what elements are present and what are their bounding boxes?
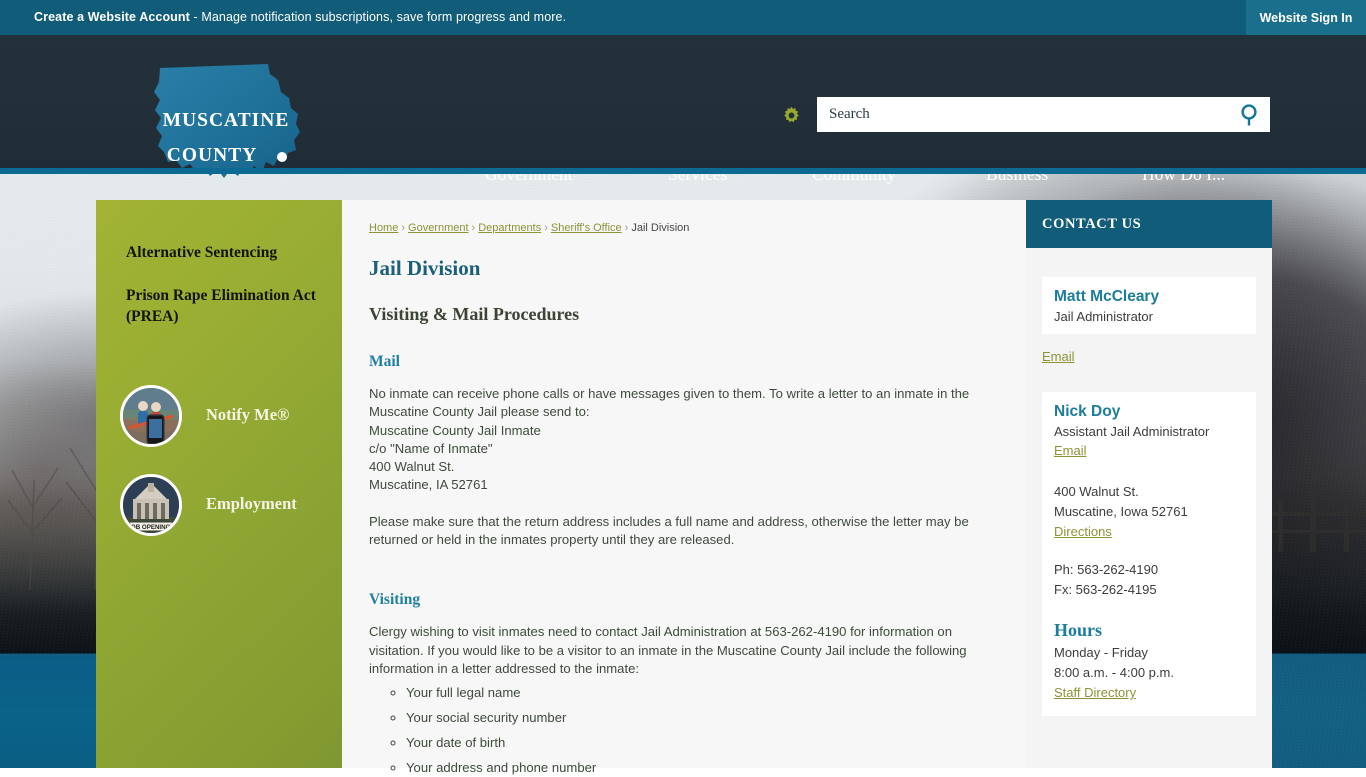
breadcrumb-sheriffs-office[interactable]: Sheriff's Office	[551, 222, 622, 234]
page-subtitle: Visiting & Mail Procedures	[369, 304, 980, 325]
announcement-bar: Create a Website Account - Manage notifi…	[0, 0, 1366, 35]
logo-line-2: COUNTY	[133, 145, 291, 167]
hours-time: 8:00 a.m. - 4:00 p.m.	[1054, 663, 1244, 683]
visiting-paragraph: Clergy wishing to visit inmates need to …	[369, 623, 980, 678]
visiting-requirements-list: Your full legal name Your social securit…	[369, 684, 980, 777]
svg-text:JOB OPENINGS: JOB OPENINGS	[127, 524, 174, 531]
section-heading-mail: Mail	[369, 353, 980, 371]
hours-days: Monday - Friday	[1054, 643, 1244, 663]
sidebar-item-prea[interactable]: Prison Rape Elimination Act (PREA)	[126, 285, 326, 327]
website-sign-in-button[interactable]: Website Sign In	[1246, 0, 1366, 35]
breadcrumb-current: Jail Division	[631, 222, 689, 234]
list-item: Your social security number	[406, 709, 980, 727]
spacer	[1054, 460, 1244, 482]
breadcrumb-sep-4: ›	[625, 222, 629, 234]
spacer	[1026, 366, 1272, 392]
breadcrumb-sep-2: ›	[472, 222, 476, 234]
contact-person-1-role: Jail Administrator	[1054, 307, 1244, 326]
breadcrumb-home[interactable]: Home	[369, 222, 398, 234]
breadcrumb-government[interactable]: Government	[408, 222, 469, 234]
contact-person-1: Matt McCleary Jail Administrator Email	[1026, 248, 1272, 366]
breadcrumb: Home›Government›Departments›Sheriff's Of…	[369, 222, 980, 234]
header-accent-rule	[0, 168, 1366, 174]
staff-directory-link[interactable]: Staff Directory	[1054, 683, 1136, 702]
contact-us-title: CONTACT US	[1042, 216, 1141, 233]
spacer	[1054, 541, 1244, 560]
search-icon	[1238, 102, 1264, 128]
contact-person-2-card: Nick Doy Assistant Jail Administrator Em…	[1042, 392, 1256, 716]
contact-person-2: Nick Doy Assistant Jail Administrator Em…	[1026, 392, 1272, 716]
contact-person-1-card: Matt McCleary Jail Administrator	[1042, 277, 1256, 334]
content-row: Alternative Sentencing Prison Rape Elimi…	[0, 200, 1366, 768]
breadcrumb-sep-3: ›	[544, 222, 548, 234]
notify-me-icon	[120, 385, 182, 447]
mail-note-paragraph: Please make sure that the return address…	[369, 513, 980, 550]
list-item: Your date of birth	[406, 734, 980, 752]
contact-us-header: CONTACT US	[1026, 200, 1272, 248]
sidebar-item-alternative-sentencing[interactable]: Alternative Sentencing	[126, 242, 326, 263]
search-box	[817, 97, 1270, 132]
left-sidebar: Alternative Sentencing Prison Rape Elimi…	[96, 200, 342, 768]
list-item: Your address and phone number	[406, 759, 980, 777]
promo-employment[interactable]: JOB OPENINGS Employment	[120, 474, 330, 540]
main-content: Home›Government›Departments›Sheriff's Of…	[342, 200, 1026, 768]
breadcrumb-departments[interactable]: Departments	[478, 222, 541, 234]
page-title: Jail Division	[369, 256, 980, 281]
create-account-rest: - Manage notification subscriptions, sav…	[190, 10, 566, 24]
contact-person-2-role: Assistant Jail Administrator	[1054, 422, 1244, 441]
search-button[interactable]	[1238, 102, 1264, 128]
contact-person-1-email-link[interactable]: Email	[1042, 347, 1075, 366]
hours-heading: Hours	[1054, 620, 1244, 641]
logo-line-1: MUSCATINE	[147, 110, 305, 132]
section-heading-visiting: Visiting	[369, 591, 980, 609]
contact-directions-link[interactable]: Directions	[1054, 522, 1112, 541]
site-header: MUSCATINE COUNTY Government Services Com…	[0, 35, 1366, 168]
search-input[interactable]	[817, 97, 1232, 132]
contact-phone: Ph: 563-262-4190	[1054, 560, 1244, 580]
contact-person-2-name: Nick Doy	[1054, 402, 1244, 422]
spacer	[1042, 334, 1256, 347]
contact-fax: Fx: 563-262-4195	[1054, 580, 1244, 600]
contact-sidebar: CONTACT US Matt McCleary Jail Administra…	[1026, 200, 1272, 768]
contact-person-1-name: Matt McCleary	[1054, 287, 1244, 307]
contact-person-2-email-link[interactable]: Email	[1054, 441, 1087, 460]
spacer	[369, 567, 980, 591]
county-location-dot-icon	[277, 152, 287, 162]
breadcrumb-sep-1: ›	[401, 222, 405, 234]
create-account-lead: Create a Website Account	[34, 10, 190, 24]
mail-paragraph: No inmate can receive phone calls or hav…	[369, 385, 980, 495]
employment-icon: JOB OPENINGS	[120, 474, 182, 536]
spacer	[1054, 600, 1244, 620]
site-logo[interactable]: MUSCATINE COUNTY	[150, 54, 308, 184]
promo-notify-me-label: Notify Me®	[206, 405, 289, 425]
promo-notify-me[interactable]: Notify Me®	[120, 385, 330, 451]
create-account-text[interactable]: Create a Website Account - Manage notifi…	[34, 10, 566, 24]
promo-employment-label: Employment	[206, 494, 297, 514]
contact-address-line-2: Muscatine, Iowa 52761	[1054, 502, 1244, 522]
contact-address-line-1: 400 Walnut St.	[1054, 482, 1244, 502]
gear-icon[interactable]	[782, 106, 801, 125]
list-item: Your full legal name	[406, 684, 980, 702]
